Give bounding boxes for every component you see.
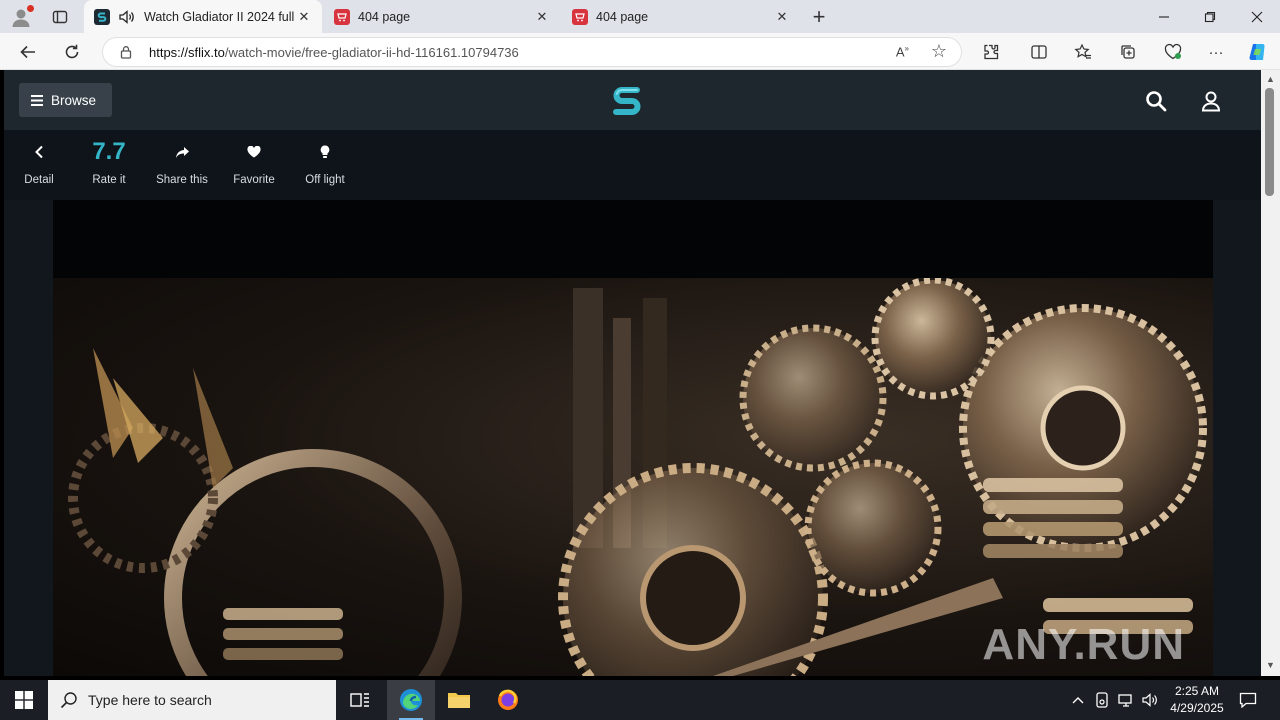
clock-date: 4/29/2025 <box>1170 701 1224 715</box>
user-icon[interactable] <box>1198 88 1224 114</box>
lock-icon[interactable] <box>119 45 133 59</box>
scroll-up-arrow[interactable]: ▲ <box>1265 74 1276 85</box>
tab-actions-button[interactable] <box>46 4 74 30</box>
search-placeholder: Type here to search <box>88 692 212 708</box>
detail-button[interactable]: Detail <box>18 130 60 200</box>
device-icon[interactable] <box>1092 680 1112 720</box>
firefox-icon[interactable] <box>484 680 532 720</box>
scroll-down-arrow[interactable]: ▼ <box>1265 660 1276 671</box>
menu-icon <box>31 94 43 106</box>
edge-icon[interactable] <box>387 680 435 720</box>
rating-value: 7.7 <box>92 138 126 165</box>
windows-icon <box>15 691 33 709</box>
rate-button[interactable]: 7.7 Rate it <box>84 130 134 200</box>
volume-icon[interactable] <box>1140 680 1160 720</box>
player-letterbox <box>53 200 1213 278</box>
reload-button[interactable] <box>58 38 86 66</box>
lightbulb-icon <box>320 145 330 158</box>
address-input[interactable]: https://sflix.to/watch-movie/free-gladia… <box>102 37 962 67</box>
off-light-button[interactable]: Off light <box>298 130 352 200</box>
read-aloud-icon[interactable]: A» <box>896 44 909 59</box>
extensions-icon[interactable] <box>976 38 1006 66</box>
share-icon <box>175 146 189 158</box>
speaker-icon[interactable] <box>118 9 136 25</box>
offlight-label: Off light <box>305 174 345 186</box>
clock-time: 2:25 AM <box>1174 684 1220 698</box>
reload-icon <box>65 44 79 59</box>
site-header: Browse <box>4 70 1261 130</box>
tab-404-1[interactable]: 404 page ✕ <box>324 0 560 33</box>
start-button[interactable] <box>0 680 48 720</box>
tab-title: 404 page <box>358 9 411 24</box>
address-toolbar: https://sflix.to/watch-movie/free-gladia… <box>0 33 1280 70</box>
system-clock[interactable]: 2:25 AM 4/29/2025 <box>1162 683 1232 717</box>
video-player[interactable]: ANY.RUN <box>53 278 1213 676</box>
new-tab-button[interactable]: + <box>806 4 832 30</box>
close-icon[interactable]: ✕ <box>774 9 790 25</box>
cart-favicon <box>572 8 588 25</box>
page-scrollbar[interactable]: ▲ ▼ <box>1261 70 1280 676</box>
web-page: Browse Detail 7.7 Rate it Share this Fav… <box>4 70 1261 676</box>
file-explorer-icon[interactable] <box>435 680 483 720</box>
favorite-star-icon[interactable]: ☆ <box>931 41 947 62</box>
collections-icon[interactable] <box>1113 38 1143 66</box>
scroll-thumb[interactable] <box>1265 88 1274 196</box>
tray-overflow-icon[interactable] <box>1068 680 1088 720</box>
tab-404-2[interactable]: 404 page ✕ <box>562 0 800 33</box>
search-icon <box>60 692 77 709</box>
close-icon[interactable]: ✕ <box>296 9 312 25</box>
taskbar-search[interactable]: Type here to search <box>48 680 336 720</box>
favorite-button[interactable]: Favorite <box>228 130 280 200</box>
anyrun-watermark: ANY.RUN <box>982 620 1185 669</box>
url-path: /watch-movie/free-gladiator-ii-hd-116161… <box>224 44 519 60</box>
tab-actions-icon <box>52 10 68 24</box>
detail-label: Detail <box>24 174 54 186</box>
tab-title: Watch Gladiator II 2024 full HD <box>144 9 296 24</box>
copilot-icon[interactable] <box>1243 38 1273 66</box>
share-label: Share this <box>156 174 208 186</box>
watch-toolbar: Detail 7.7 Rate it Share this Favorite O… <box>4 130 1261 200</box>
back-icon <box>20 45 35 59</box>
url-host: https://sflix.to <box>149 44 225 60</box>
cart-favicon <box>334 8 350 25</box>
chevron-left-icon <box>35 145 43 159</box>
rate-label: Rate it <box>92 174 126 186</box>
minimize-button[interactable] <box>1141 0 1187 33</box>
sflix-logo[interactable] <box>610 84 644 118</box>
favorites-icon[interactable] <box>1068 38 1098 66</box>
restore-button[interactable] <box>1187 0 1233 33</box>
back-button[interactable] <box>14 38 42 66</box>
sflix-favicon <box>94 8 110 25</box>
notification-dot <box>27 5 34 12</box>
browser-essentials-icon[interactable] <box>1158 38 1188 66</box>
profile-button[interactable] <box>8 4 34 30</box>
browse-button[interactable]: Browse <box>19 83 112 117</box>
favorite-label: Favorite <box>233 174 275 186</box>
more-icon[interactable]: ··· <box>1201 38 1231 66</box>
browse-label: Browse <box>51 92 97 108</box>
windows-taskbar: Type here to search 2:25 AM 4/29/2025 <box>0 680 1280 720</box>
tab-strip: Watch Gladiator II 2024 full HD ✕ 404 pa… <box>0 0 1280 33</box>
notifications-icon[interactable] <box>1234 680 1262 720</box>
heart-icon <box>247 146 261 158</box>
search-icon[interactable] <box>1143 88 1169 114</box>
tab-gladiator[interactable]: Watch Gladiator II 2024 full HD ✕ <box>84 0 322 33</box>
split-screen-icon[interactable] <box>1024 38 1054 66</box>
close-window-button[interactable] <box>1234 0 1280 33</box>
network-icon[interactable] <box>1116 680 1136 720</box>
close-icon[interactable]: ✕ <box>534 9 550 25</box>
video-frame <box>68 278 1207 676</box>
tab-title: 404 page <box>596 9 649 24</box>
task-view-icon[interactable] <box>336 680 384 720</box>
share-button[interactable]: Share this <box>152 130 212 200</box>
